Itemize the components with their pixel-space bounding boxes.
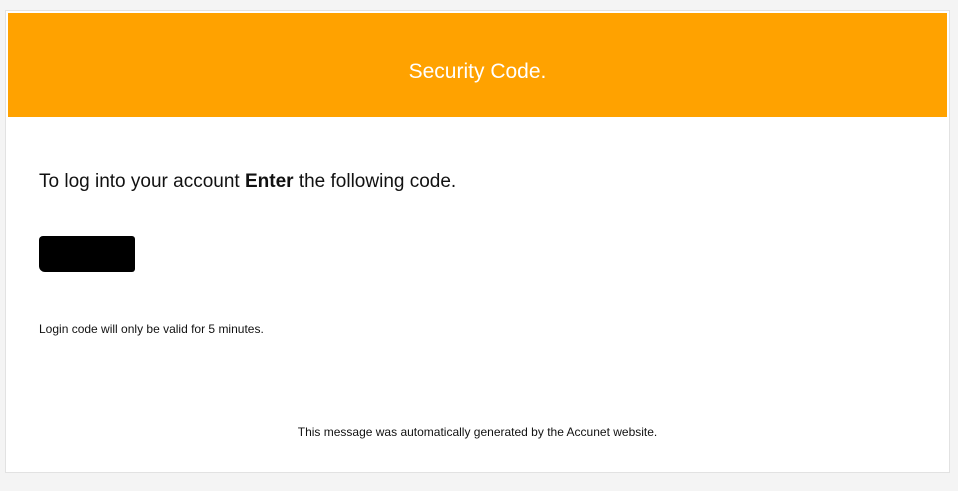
instruction-text-start: To log into your account [39,171,245,192]
instruction-emphasis: Enter [244,171,294,192]
email-header-banner: Security Code. [8,13,947,117]
validity-note: Login code will only be valid for 5 minu… [39,322,264,336]
instruction-text-end: the following code. [293,171,457,192]
redacted-security-code [39,236,135,272]
email-title: Security Code. [408,60,547,83]
email-card: Security Code. To log into your account … [5,10,950,473]
auto-generated-footer: This message was automatically generated… [297,425,658,439]
instruction-text: To log into your account Enter the follo… [39,171,456,193]
